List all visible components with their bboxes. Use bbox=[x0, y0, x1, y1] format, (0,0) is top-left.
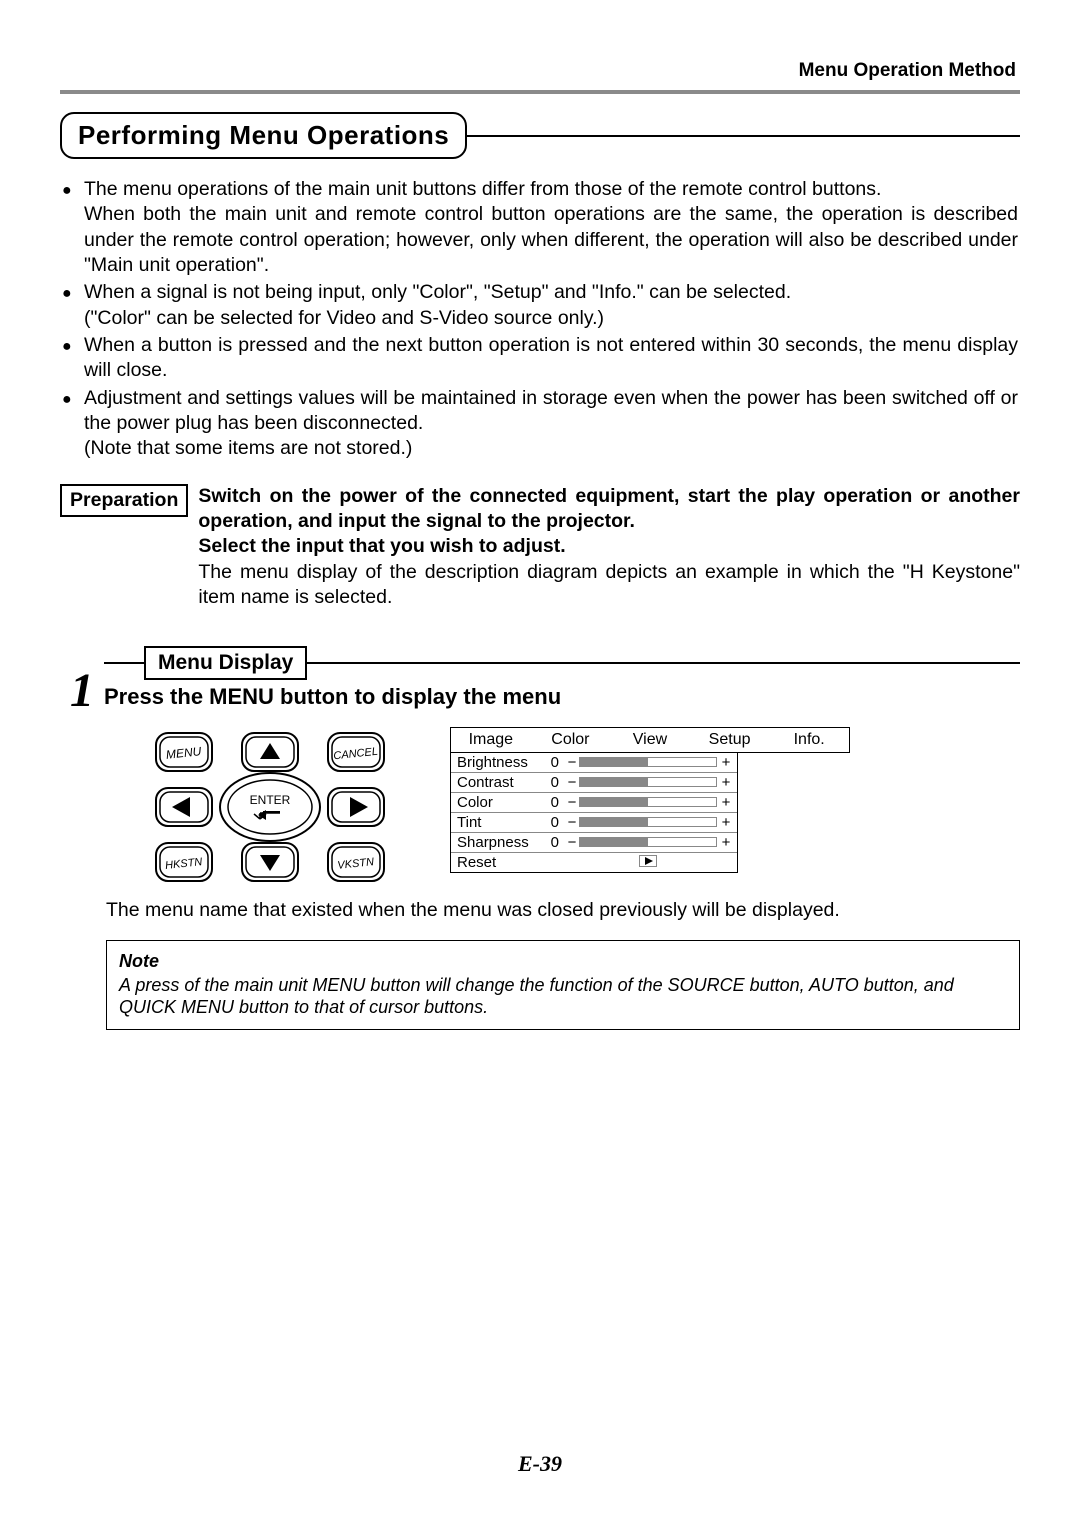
osd-row-value: 0 bbox=[545, 774, 565, 791]
osd-row-value: 0 bbox=[545, 794, 565, 811]
note-title: Note bbox=[119, 951, 1007, 972]
step-title: Menu Display bbox=[144, 646, 307, 680]
remote-control-diagram: MENU CANCEL HKSTN VKSTN bbox=[150, 727, 390, 887]
bullet-icon: ● bbox=[62, 333, 84, 384]
bullet-text: When a signal is not being input, only "… bbox=[84, 281, 791, 303]
preparation-bold: Switch on the power of the connected equ… bbox=[198, 485, 1020, 558]
slider-bar bbox=[579, 817, 717, 827]
osd-row-name: Tint bbox=[457, 814, 545, 831]
slider-bar bbox=[579, 797, 717, 807]
minus-icon: − bbox=[565, 794, 579, 811]
enter-button-label: ENTER bbox=[250, 793, 291, 807]
up-arrow-button bbox=[242, 733, 298, 771]
section-title-rule bbox=[465, 135, 1020, 137]
step-number: 1 bbox=[60, 667, 104, 715]
osd-row-value: 0 bbox=[545, 834, 565, 851]
osd-row-name: Brightness bbox=[457, 754, 545, 771]
bullet-icon: ● bbox=[62, 386, 84, 462]
osd-row-name: Contrast bbox=[457, 774, 545, 791]
down-arrow-button bbox=[242, 843, 298, 881]
step-rule-left bbox=[104, 662, 144, 664]
osd-tab-image: Image bbox=[451, 728, 531, 752]
osd-tab-setup: Setup bbox=[690, 728, 770, 752]
bullet-text: Adjustment and settings values will be m… bbox=[84, 387, 1018, 434]
osd-row-value: 0 bbox=[545, 814, 565, 831]
minus-icon: − bbox=[565, 814, 579, 831]
slider-bar bbox=[579, 757, 717, 767]
bullet-item: ● When a button is pressed and the next … bbox=[62, 333, 1018, 384]
osd-row-brightness: Brightness 0 − + bbox=[451, 753, 737, 773]
osd-menu-tabs: Image Color View Setup Info. bbox=[450, 727, 850, 753]
bullet-item: ● When a signal is not being input, only… bbox=[62, 280, 1018, 331]
step-subtitle: Press the MENU button to display the men… bbox=[104, 680, 1020, 710]
enter-button: ENTER bbox=[220, 773, 320, 841]
osd-row-color: Color 0 − + bbox=[451, 793, 737, 813]
minus-icon: − bbox=[565, 834, 579, 851]
osd-tab-info: Info. bbox=[769, 728, 849, 752]
osd-row-value: 0 bbox=[545, 754, 565, 771]
page-header-right: Menu Operation Method bbox=[60, 60, 1020, 82]
slider-bar bbox=[579, 837, 717, 847]
osd-row-sharpness: Sharpness 0 − + bbox=[451, 833, 737, 853]
plus-icon: + bbox=[717, 754, 731, 771]
bullet-item: ● Adjustment and settings values will be… bbox=[62, 386, 1018, 462]
preparation-label: Preparation bbox=[60, 484, 188, 517]
minus-icon: − bbox=[565, 774, 579, 791]
osd-row-name: Color bbox=[457, 794, 545, 811]
plus-icon: + bbox=[717, 774, 731, 791]
bullet-item: ● The menu operations of the main unit b… bbox=[62, 177, 1018, 278]
osd-menu-rows: Brightness 0 − + Contrast 0 − + Color 0 … bbox=[450, 753, 738, 873]
header-rule bbox=[60, 90, 1020, 94]
bullet-icon: ● bbox=[62, 177, 84, 278]
preparation-rest: The menu display of the description diag… bbox=[198, 561, 1020, 608]
plus-icon: + bbox=[717, 834, 731, 851]
bullet-icon: ● bbox=[62, 280, 84, 331]
bullet-text: When a button is pressed and the next bu… bbox=[84, 334, 1018, 381]
bullet-text-cont: ("Color" can be selected for Video and S… bbox=[84, 307, 604, 329]
osd-row-name: Reset bbox=[457, 854, 545, 871]
left-arrow-button bbox=[156, 788, 212, 826]
bullet-text: The menu operations of the main unit but… bbox=[84, 178, 881, 200]
note-box: Note A press of the main unit MENU butto… bbox=[106, 940, 1020, 1030]
note-body: A press of the main unit MENU button wil… bbox=[119, 974, 1007, 1019]
plus-icon: + bbox=[717, 794, 731, 811]
bullet-text-cont: When both the main unit and remote contr… bbox=[84, 203, 1018, 276]
section-title: Performing Menu Operations bbox=[60, 112, 467, 159]
slider-bar bbox=[579, 777, 717, 787]
bullet-text-cont: (Note that some items are not stored.) bbox=[84, 437, 412, 459]
osd-menu: Image Color View Setup Info. Brightness … bbox=[450, 727, 850, 873]
osd-tab-view: View bbox=[610, 728, 690, 752]
after-step-text: The menu name that existed when the menu… bbox=[106, 899, 1020, 922]
right-arrow-button bbox=[328, 788, 384, 826]
osd-tab-color: Color bbox=[531, 728, 611, 752]
osd-row-name: Sharpness bbox=[457, 834, 545, 851]
page-number: E-39 bbox=[0, 1451, 1080, 1477]
bullet-list: ● The menu operations of the main unit b… bbox=[60, 177, 1020, 462]
reset-arrow-icon bbox=[579, 854, 717, 871]
minus-icon: − bbox=[565, 754, 579, 771]
step-rule-right bbox=[307, 662, 1020, 664]
osd-row-contrast: Contrast 0 − + bbox=[451, 773, 737, 793]
osd-row-reset: Reset bbox=[451, 853, 737, 872]
plus-icon: + bbox=[717, 814, 731, 831]
osd-row-tint: Tint 0 − + bbox=[451, 813, 737, 833]
